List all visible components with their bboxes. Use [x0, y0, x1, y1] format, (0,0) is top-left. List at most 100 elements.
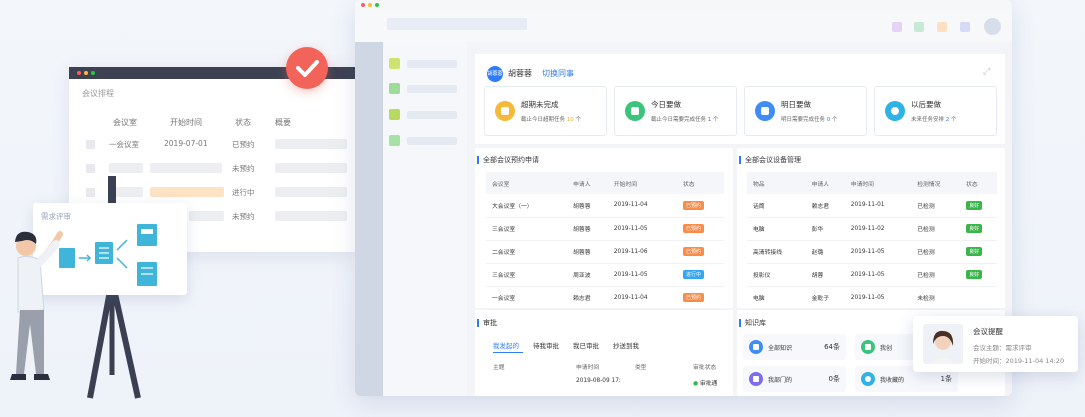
user-avatar[interactable] [984, 18, 1001, 35]
placeholder-bar [275, 211, 347, 221]
cell: 胡蓉蓉 [567, 240, 608, 264]
app-icon[interactable] [937, 22, 947, 32]
cell: 周亚波 [567, 263, 608, 287]
cell: 三会议室 [486, 217, 568, 241]
table-row[interactable]: 投影仪 胡蓉 2019-11-05 已检测 良好 [747, 263, 997, 287]
table-header-row: 会议室 申请人 开始时间 状态 [486, 172, 724, 194]
card-title: 今日要做 [651, 100, 681, 109]
cell: 已检测 [911, 263, 961, 287]
equipment-panel: 全部会议设备管理 物品 申请人 申请时间 检测情况 状态 话筒 赖志君 2019-1… [737, 148, 1005, 310]
cell: 大会议室（一） [486, 194, 568, 218]
kb-label: 我收藏的 [880, 377, 905, 384]
col-header-time: 开始时间 [170, 118, 202, 127]
placeholder-bar [275, 163, 347, 173]
booking-title: 全部会议预约申请 [477, 155, 539, 165]
placeholder-bar [275, 139, 347, 149]
tab-pending[interactable]: 待我审批 [533, 342, 559, 350]
card-later[interactable]: 以后要做 未来任务安排 2 个 [874, 86, 997, 136]
close-dot[interactable] [361, 3, 365, 7]
cell: 二会议室 [486, 240, 568, 264]
table-row[interactable]: 一会议室 赖志君 2019-11-04 已预约 [486, 286, 724, 310]
cell: 已预约 [676, 240, 724, 264]
table-row[interactable]: 三会议室 周亚波 2019-11-05 进行中 [486, 263, 724, 287]
cell: 2019-11-04 [607, 194, 677, 218]
equipment-title: 全部会议设备管理 [739, 155, 801, 165]
cell: 已检测 [911, 240, 961, 264]
sidebar-item[interactable] [389, 56, 459, 72]
row-status: 已预约 [232, 140, 255, 149]
table-row[interactable]: 电脑 金乾子 2019-11-05 未检测 [747, 286, 997, 310]
col-header: 审批状态 [693, 365, 717, 371]
expand-icon[interactable]: ⤢ [983, 67, 990, 77]
cell: 电脑 [747, 286, 806, 310]
row-checkbox[interactable] [86, 140, 95, 149]
notification-title: 会议提醒 [973, 327, 1003, 336]
created-icon [861, 340, 875, 354]
table-row[interactable]: 大会议室（一） 胡蓉蓉 2019-11-04 已预约 [486, 194, 724, 218]
cell: 赖志君 [567, 286, 608, 310]
table-row[interactable]: 话筒 赖志君 2019-11-01 已检测 良好 [747, 194, 997, 218]
cell: 进行中 [676, 263, 724, 287]
col-header-room: 会议室 [113, 118, 137, 127]
cell: 良好 [960, 263, 997, 287]
sidebar-item[interactable] [389, 107, 459, 123]
sidebar [383, 42, 467, 396]
sidebar-item[interactable] [389, 133, 459, 149]
card-subtitle: 截止今日超期任务 10 个 [521, 117, 582, 123]
sidebar-icon [389, 58, 400, 69]
card-subtitle: 截止今日需要完成任务 1 个 [651, 117, 719, 123]
table-row[interactable]: 二会议室 胡蓉蓉 2019-11-06 已预约 [486, 240, 724, 264]
status-badge: 良好 [966, 247, 983, 256]
minimize-dot[interactable] [368, 3, 372, 7]
cell: 已预约 [676, 194, 724, 218]
task-overview-panel: 胡蓉蓉 胡蓉蓉 切换同事 ⤢ 超期未完成 截止今日超期任务 10 个 今日要做 … [475, 54, 1005, 144]
tab-cc[interactable]: 抄送到我 [613, 342, 639, 350]
switch-colleague-link[interactable]: 切换同事 [542, 68, 574, 79]
app-icon[interactable] [892, 22, 902, 32]
placeholder-bar [189, 211, 224, 221]
user-badge: 胡蓉蓉 [487, 66, 503, 82]
table-row[interactable]: 三会议室 胡蓉蓉 2019-11-05 已预约 [486, 217, 724, 241]
sidebar-icon [389, 135, 400, 146]
booking-panel: 全部会议预约申请 会议室 申请人 开始时间 状态 大会议室（一） 胡蓉蓉 2019-… [475, 148, 733, 310]
calendar-icon [755, 101, 775, 121]
table-row[interactable]: 电脑 彭华 2019-11-02 已检测 良好 [747, 217, 997, 241]
maximize-dot[interactable] [375, 3, 379, 7]
overdue-icon [495, 101, 515, 121]
kb-department-tile[interactable]: 我部门的 0条 [743, 366, 846, 392]
row-status: 未预约 [232, 164, 255, 173]
app-icon[interactable] [914, 22, 924, 32]
status-badge: 良好 [966, 270, 983, 279]
col-header: 开始时间 [607, 172, 677, 194]
sidebar-item[interactable] [389, 81, 459, 97]
table-header-row: 物品 申请人 申请时间 检测情况 状态 [747, 172, 997, 194]
tab-initiated[interactable]: 我发起的 [493, 342, 519, 350]
placeholder-bar [407, 85, 457, 93]
table-row[interactable]: 高清转接线 赵璐 2019-11-05 已检测 良好 [747, 240, 997, 264]
col-header: 会议室 [486, 172, 568, 194]
kb-all-tile[interactable]: 全部知识 64条 [743, 334, 846, 360]
cell: 2019-11-05 [844, 263, 912, 287]
status-badge: 已预约 [682, 200, 704, 210]
col-header: 申请人 [567, 172, 608, 194]
card-title: 超期未完成 [521, 100, 559, 109]
tab-approved[interactable]: 我已审批 [573, 342, 599, 350]
col-header: 申请时间 [844, 172, 912, 194]
app-icon[interactable] [960, 22, 970, 32]
check-badge-icon [286, 47, 328, 89]
card-tomorrow[interactable]: 明日要做 明日需要完成任务 0 个 [744, 86, 867, 136]
cell: 2019-11-05 [607, 263, 677, 287]
cell: 2019-11-05 [607, 217, 677, 241]
meeting-reminder-notification[interactable]: 会议提醒 会议主题：需求评审 开始时间：2019-11-04 14:20 [913, 316, 1078, 372]
row-room: 一会议室 [109, 140, 139, 149]
later-icon [885, 101, 905, 121]
presenter-illustration [10, 231, 63, 380]
status-badge: 良好 [966, 224, 983, 233]
cell: 已检测 [911, 217, 961, 241]
cell: 投影仪 [747, 263, 806, 287]
card-today[interactable]: 今日要做 截止今日需要完成任务 1 个 [614, 86, 737, 136]
cell: 良好 [960, 217, 997, 241]
col-header: 物品 [747, 172, 806, 194]
card-overdue[interactable]: 超期未完成 截止今日超期任务 10 个 [484, 86, 607, 136]
search-bar[interactable] [387, 18, 527, 30]
